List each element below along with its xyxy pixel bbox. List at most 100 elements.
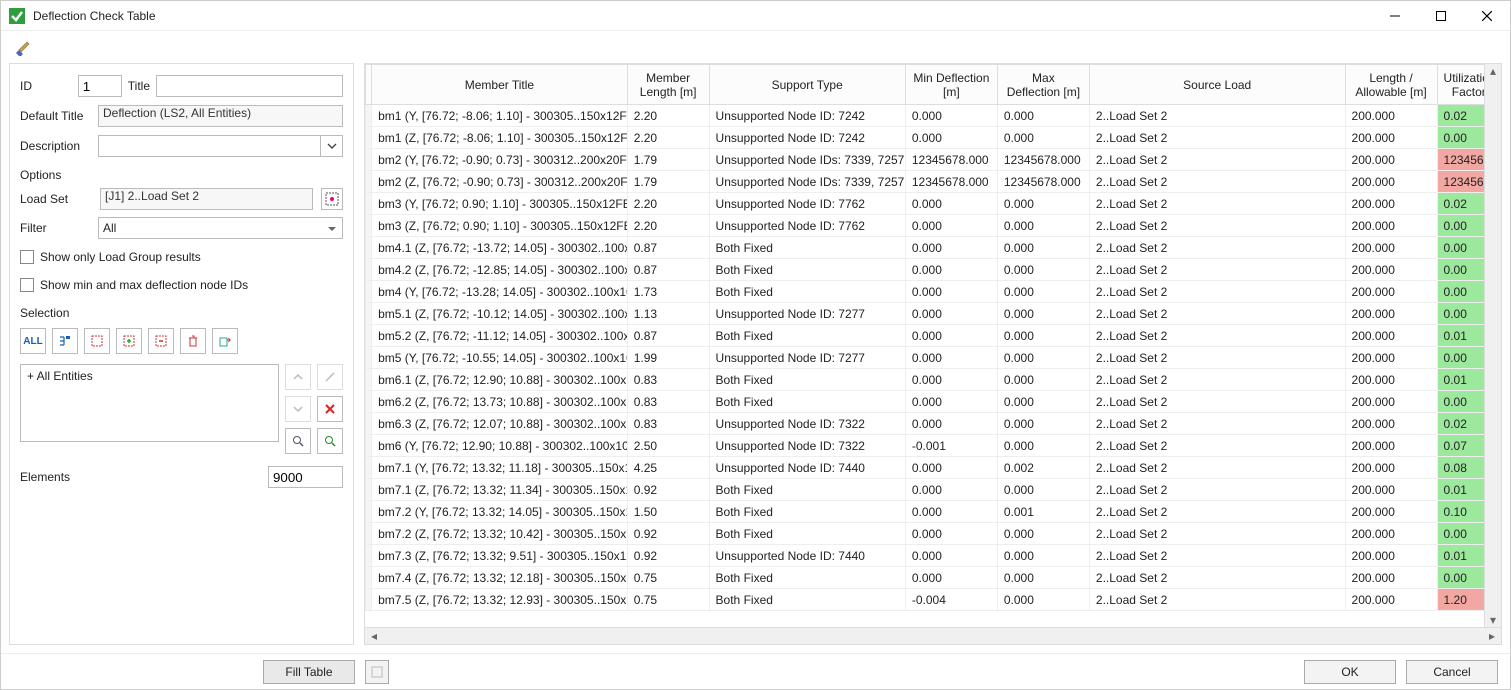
table-cell[interactable]: 200.000 (1345, 325, 1437, 347)
table-cell[interactable]: bm5.1 (Z, [76.72; -10.12; 14.05] - 30030… (372, 303, 628, 325)
table-cell[interactable]: 0.92 (627, 523, 709, 545)
table-row[interactable]: bm4 (Y, [76.72; -13.28; 14.05] - 300302.… (366, 281, 1501, 303)
table-cell[interactable]: 2..Load Set 2 (1089, 237, 1345, 259)
col-member-title[interactable]: Member Title (372, 65, 628, 105)
table-cell[interactable]: 200.000 (1345, 237, 1437, 259)
filter-select[interactable]: All (98, 217, 343, 239)
table-row[interactable]: bm7.2 (Y, [76.72; 13.32; 14.05] - 300305… (366, 501, 1501, 523)
table-cell[interactable]: 0.000 (997, 325, 1089, 347)
table-row[interactable]: bm5 (Y, [76.72; -10.55; 14.05] - 300302.… (366, 347, 1501, 369)
description-dropdown-button[interactable] (321, 135, 343, 157)
table-cell[interactable]: Unsupported Node ID: 7277 (709, 347, 905, 369)
table-row[interactable]: bm7.5 (Z, [76.72; 13.32; 12.93] - 300305… (366, 589, 1501, 611)
table-cell[interactable]: 2..Load Set 2 (1089, 369, 1345, 391)
table-cell[interactable]: 1.73 (627, 281, 709, 303)
show-minmax-checkbox[interactable] (20, 278, 34, 292)
table-cell[interactable]: 1.79 (627, 171, 709, 193)
table-cell[interactable]: 0.000 (997, 435, 1089, 457)
minimize-button[interactable] (1372, 1, 1418, 31)
table-cell[interactable]: 0.000 (997, 347, 1089, 369)
table-cell[interactable]: 2..Load Set 2 (1089, 391, 1345, 413)
table-cell[interactable]: Unsupported Node ID: 7762 (709, 215, 905, 237)
table-cell[interactable]: 0.000 (905, 127, 997, 149)
table-cell[interactable]: Unsupported Node ID: 7242 (709, 127, 905, 149)
table-cell[interactable]: Both Fixed (709, 479, 905, 501)
table-cell[interactable]: 2..Load Set 2 (1089, 281, 1345, 303)
move-up-icon[interactable] (285, 364, 311, 390)
table-row[interactable]: bm6 (Y, [76.72; 12.90; 10.88] - 300302..… (366, 435, 1501, 457)
table-cell[interactable]: 0.000 (997, 259, 1089, 281)
table-cell[interactable]: Both Fixed (709, 391, 905, 413)
table-cell[interactable]: 2.20 (627, 193, 709, 215)
table-cell[interactable]: 0.000 (905, 105, 997, 127)
table-cell[interactable]: Unsupported Node ID: 7440 (709, 545, 905, 567)
table-cell[interactable]: bm3 (Y, [76.72; 0.90; 1.10] - 300305..15… (372, 193, 628, 215)
table-cell[interactable]: 0.000 (905, 501, 997, 523)
table-cell[interactable]: Unsupported Node ID: 7762 (709, 193, 905, 215)
table-cell[interactable]: 200.000 (1345, 171, 1437, 193)
table-cell[interactable]: 2..Load Set 2 (1089, 171, 1345, 193)
table-cell[interactable]: 0.000 (997, 127, 1089, 149)
results-table[interactable]: Member Title Member Length [m] Support T… (365, 64, 1501, 611)
table-cell[interactable]: 0.000 (905, 193, 997, 215)
horizontal-scrollbar[interactable]: ◂ ▸ (365, 627, 1501, 644)
table-cell[interactable]: 2..Load Set 2 (1089, 567, 1345, 589)
table-cell[interactable]: 0.001 (997, 501, 1089, 523)
table-cell[interactable]: 0.000 (997, 413, 1089, 435)
table-cell[interactable]: 200.000 (1345, 391, 1437, 413)
table-cell[interactable]: 2.20 (627, 215, 709, 237)
table-cell[interactable]: 0.000 (997, 545, 1089, 567)
table-cell[interactable]: 0.000 (905, 347, 997, 369)
zoom-item-icon[interactable] (285, 428, 311, 454)
table-cell[interactable]: 1.13 (627, 303, 709, 325)
table-cell[interactable]: bm4.2 (Z, [76.72; -12.85; 14.05] - 30030… (372, 259, 628, 281)
table-cell[interactable]: 0.000 (997, 523, 1089, 545)
table-cell[interactable]: 0.000 (905, 479, 997, 501)
table-cell[interactable]: bm6.1 (Z, [76.72; 12.90; 10.88] - 300302… (372, 369, 628, 391)
table-cell[interactable]: -0.001 (905, 435, 997, 457)
table-cell[interactable]: Unsupported Node ID: 7322 (709, 435, 905, 457)
table-row[interactable]: bm7.4 (Z, [76.72; 13.32; 12.18] - 300305… (366, 567, 1501, 589)
table-cell[interactable]: 2..Load Set 2 (1089, 325, 1345, 347)
table-cell[interactable]: 200.000 (1345, 589, 1437, 611)
table-cell[interactable]: bm3 (Z, [76.72; 0.90; 1.10] - 300305..15… (372, 215, 628, 237)
table-cell[interactable]: 0.75 (627, 567, 709, 589)
table-cell[interactable]: Unsupported Node ID: 7277 (709, 303, 905, 325)
table-cell[interactable]: bm7.2 (Z, [76.72; 13.32; 10.42] - 300305… (372, 523, 628, 545)
table-row[interactable]: bm4.1 (Z, [76.72; -13.72; 14.05] - 30030… (366, 237, 1501, 259)
table-cell[interactable]: 0.000 (997, 391, 1089, 413)
table-cell[interactable]: -0.004 (905, 589, 997, 611)
table-cell[interactable]: 2..Load Set 2 (1089, 435, 1345, 457)
scroll-right-icon[interactable]: ▸ (1485, 629, 1499, 643)
table-cell[interactable]: 200.000 (1345, 567, 1437, 589)
table-row[interactable]: bm7.3 (Z, [76.72; 13.32; 9.51] - 300305.… (366, 545, 1501, 567)
table-cell[interactable]: bm6.3 (Z, [76.72; 12.07; 10.88] - 300302… (372, 413, 628, 435)
delete-item-icon[interactable] (317, 396, 343, 422)
table-row[interactable]: bm1 (Z, [76.72; -8.06; 1.10] - 300305..1… (366, 127, 1501, 149)
select-rect-remove-icon[interactable] (148, 328, 174, 354)
table-cell[interactable]: 0.000 (905, 567, 997, 589)
table-cell[interactable]: 200.000 (1345, 545, 1437, 567)
table-row[interactable]: bm6.2 (Z, [76.72; 13.73; 10.88] - 300302… (366, 391, 1501, 413)
table-cell[interactable]: bm7.3 (Z, [76.72; 13.32; 9.51] - 300305.… (372, 545, 628, 567)
selection-delete-icon[interactable] (180, 328, 206, 354)
table-cell[interactable]: 0.000 (997, 589, 1089, 611)
table-cell[interactable]: 200.000 (1345, 347, 1437, 369)
table-cell[interactable]: 200.000 (1345, 105, 1437, 127)
table-cell[interactable]: 2..Load Set 2 (1089, 149, 1345, 171)
table-cell[interactable]: 0.000 (997, 479, 1089, 501)
table-cell[interactable]: bm2 (Y, [76.72; -0.90; 0.73] - 300312..2… (372, 149, 628, 171)
table-cell[interactable]: 2..Load Set 2 (1089, 589, 1345, 611)
col-max-deflection[interactable]: Max Deflection [m] (997, 65, 1089, 105)
table-cell[interactable]: 200.000 (1345, 215, 1437, 237)
cancel-button[interactable]: Cancel (1406, 660, 1498, 684)
col-min-deflection[interactable]: Min Deflection [m] (905, 65, 997, 105)
table-cell[interactable]: 0.000 (905, 259, 997, 281)
table-cell[interactable]: 200.000 (1345, 479, 1437, 501)
move-down-icon[interactable] (285, 396, 311, 422)
table-cell[interactable]: 0.000 (997, 215, 1089, 237)
table-row[interactable]: bm2 (Z, [76.72; -0.90; 0.73] - 300312..2… (366, 171, 1501, 193)
table-cell[interactable]: 200.000 (1345, 281, 1437, 303)
col-support-type[interactable]: Support Type (709, 65, 905, 105)
table-cell[interactable]: bm5.2 (Z, [76.72; -11.12; 14.05] - 30030… (372, 325, 628, 347)
